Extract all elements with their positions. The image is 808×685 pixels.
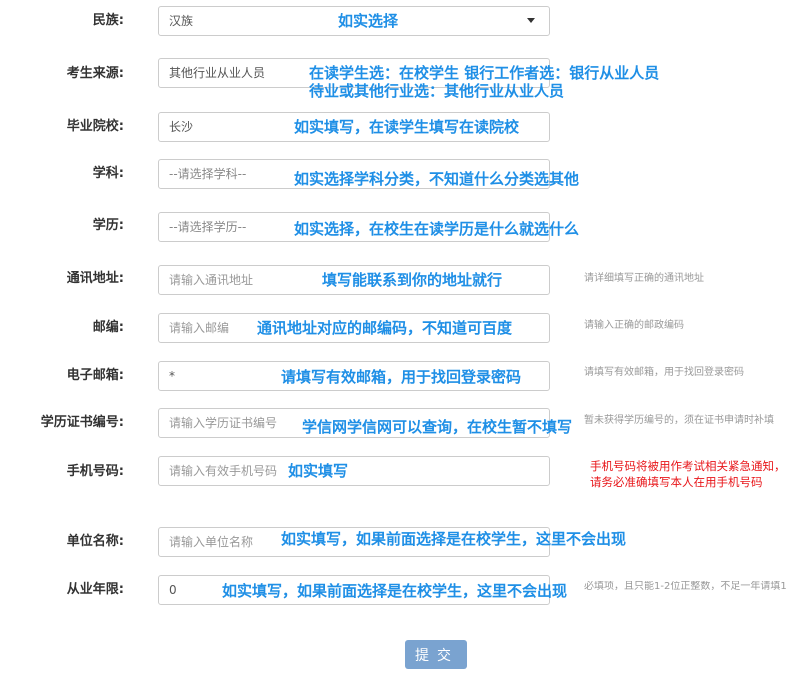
phone-input[interactable] (158, 456, 550, 486)
education-annotation: 如实选择，在校生在读学历是什么就选什么 (294, 220, 580, 238)
company-label: 单位名称: (66, 534, 124, 549)
years-hint: 必填项，且只能1-2位正整数，不足一年请填1 (584, 581, 787, 592)
submit-button[interactable]: 提交 (405, 640, 467, 669)
source-annotation-line1: 在读学生选：在校学生 银行工作者选：银行从业人员 (309, 64, 660, 82)
certificate-hint: 暂未获得学历编号的，须在证书申请时补填 (584, 415, 774, 426)
school-annotation: 如实填写，在读学生填写在读院校 (294, 118, 520, 136)
education-label: 学历: (92, 218, 124, 233)
certificate-label: 学历证书编号: (40, 415, 124, 430)
email-annotation: 请填写有效邮箱，用于找回登录密码 (281, 368, 522, 386)
years-label: 从业年限: (66, 582, 124, 597)
subject-annotation: 如实选择学科分类，不知道什么分类选其他 (294, 170, 580, 188)
phone-warning: 手机号码将被用作考试相关紧急通知，请务必准确填写本人在用手机号码 (590, 459, 786, 489)
certificate-annotation: 学信网学信网可以查询，在校生暂不填写 (302, 418, 573, 436)
phone-annotation: 如实填写 (288, 462, 349, 480)
email-label: 电子邮箱: (66, 368, 124, 383)
school-label: 毕业院校: (66, 119, 124, 134)
address-hint: 请详细填写正确的通讯地址 (584, 273, 704, 284)
postcode-hint: 请输入正确的邮政编码 (584, 320, 684, 331)
ethnicity-annotation: 如实选择 (338, 12, 399, 30)
source-annotation-line2: 待业或其他行业选：其他行业从业人员 (309, 82, 565, 100)
address-label: 通讯地址: (66, 271, 124, 286)
source-label: 考生来源: (66, 66, 124, 81)
subject-label: 学科: (92, 166, 124, 181)
company-annotation: 如实填写，如果前面选择是在校学生，这里不会出现 (281, 530, 627, 548)
address-annotation: 填写能联系到你的地址就行 (322, 271, 503, 289)
postcode-annotation: 通讯地址对应的邮编码，不知道可百度 (257, 319, 513, 337)
phone-label: 手机号码: (66, 464, 124, 479)
postcode-label: 邮编: (92, 320, 124, 335)
email-hint: 请填写有效邮箱，用于找回登录密码 (584, 367, 744, 378)
ethnicity-label: 民族: (92, 13, 124, 28)
years-annotation: 如实填写，如果前面选择是在校学生，这里不会出现 (222, 582, 568, 600)
chevron-down-icon (527, 18, 535, 23)
